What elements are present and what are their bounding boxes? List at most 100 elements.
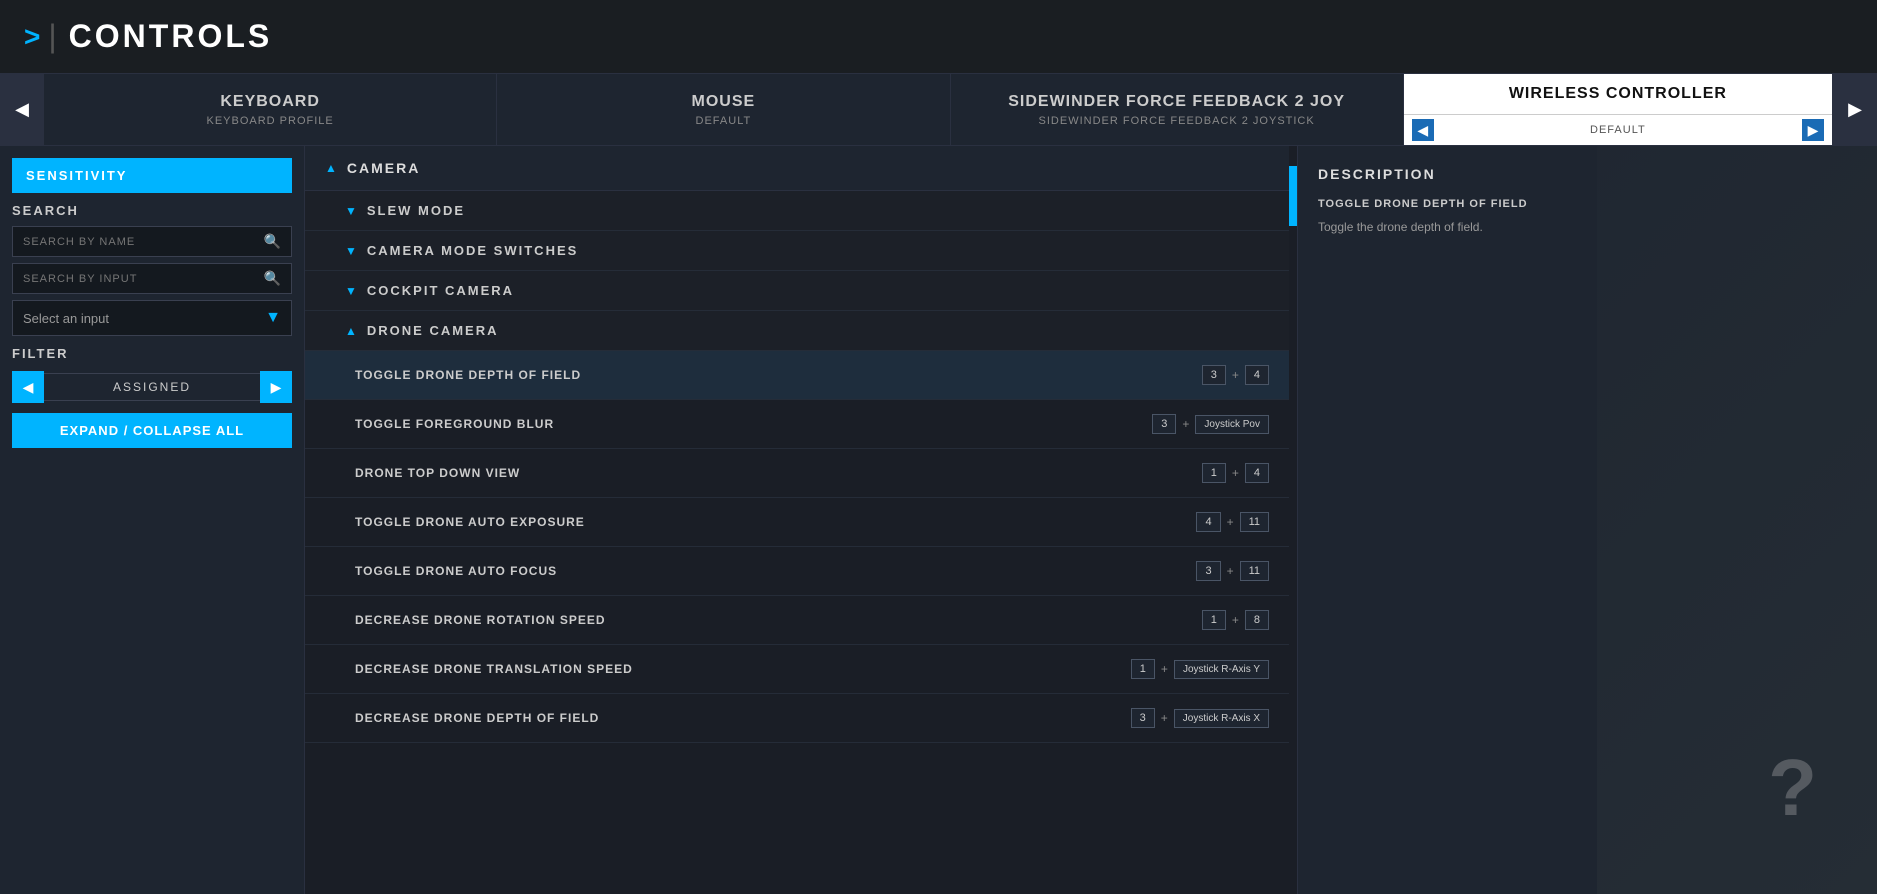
control-drone-auto-exposure[interactable]: TOGGLE DRONE AUTO EXPOSURE 4 + 11 (305, 498, 1289, 547)
cockpit-camera-chevron: ▼ (345, 284, 357, 298)
key-plus-7: + (1161, 662, 1168, 676)
tab-mouse[interactable]: MOUSE DEFAULT (497, 74, 950, 145)
tab-wireless-bottom: ◀ DEFAULT ▶ (1404, 114, 1832, 145)
key-4b: 4 (1245, 463, 1269, 483)
drone-camera-label: DRONE CAMERA (367, 323, 499, 338)
filter-next-button[interactable]: ▶ (260, 371, 292, 403)
subcategory-camera-mode-switches[interactable]: ▼ CAMERA MODE SWITCHES (305, 231, 1289, 271)
control-drone-dof-label: DECREASE DRONE DEPTH OF FIELD (355, 711, 1131, 725)
question-mark-decoration: ? (1768, 742, 1817, 834)
tab-sidewinder-label: SIDEWINDER FORCE FEEDBACK 2 JOY (1008, 93, 1345, 111)
tab-wireless-prev[interactable]: ◀ (1412, 119, 1434, 141)
tab-next-arrow[interactable]: ▶ (1833, 74, 1877, 145)
control-drone-auto-exposure-label: TOGGLE DRONE AUTO EXPOSURE (355, 515, 1196, 529)
control-drone-dof-binding: 3 + Joystick R-Axis X (1131, 708, 1269, 728)
tab-keyboard-sub: KEYBOARD PROFILE (206, 115, 333, 127)
key-plus-5: + (1227, 564, 1234, 578)
search-by-name-wrap: 🔍 (12, 226, 292, 257)
sidebar: SENSITIVITY SEARCH 🔍 🔍 Select an input ▼… (0, 146, 305, 894)
subcategory-cockpit-camera[interactable]: ▼ COCKPIT CAMERA (305, 271, 1289, 311)
tab-mouse-label: MOUSE (692, 93, 756, 111)
tab-bar: ◀ KEYBOARD KEYBOARD PROFILE MOUSE DEFAUL… (0, 74, 1877, 146)
control-toggle-drone-depth[interactable]: TOGGLE DRONE DEPTH OF FIELD 3 + 4 (305, 351, 1289, 400)
filter-label: FILTER (12, 346, 292, 361)
tab-wireless-controller[interactable]: WIRELESS CONTROLLER ◀ DEFAULT ▶ (1404, 74, 1833, 145)
subcategory-drone-camera[interactable]: ▲ DRONE CAMERA (305, 311, 1289, 351)
slew-mode-label: SLEW MODE (367, 203, 465, 218)
key-joystick-pov: Joystick Pov (1195, 415, 1269, 434)
tab-wireless-next[interactable]: ▶ (1802, 119, 1824, 141)
scrollbar-track[interactable] (1289, 146, 1297, 894)
search-by-input-input[interactable] (23, 273, 258, 285)
description-item-text: Toggle the drone depth of field. (1318, 218, 1577, 236)
category-camera[interactable]: ▲ CAMERA (305, 146, 1289, 191)
control-drone-translation-label: DECREASE DRONE TRANSLATION SPEED (355, 662, 1131, 676)
controls-list: ▲ CAMERA ▼ SLEW MODE ▼ CAMERA MODE SWITC… (305, 146, 1289, 894)
key-1c: 1 (1131, 659, 1155, 679)
description-title: DESCRIPTION (1318, 166, 1577, 182)
description-panel: DESCRIPTION TOGGLE DRONE DEPTH OF FIELD … (1297, 146, 1597, 894)
control-drone-auto-focus-label: TOGGLE DRONE AUTO FOCUS (355, 564, 1196, 578)
category-camera-chevron: ▲ (325, 161, 337, 175)
key-plus-4: + (1227, 515, 1234, 529)
description-item-title: TOGGLE DRONE DEPTH OF FIELD (1318, 198, 1577, 210)
control-drone-translation-binding: 1 + Joystick R-Axis Y (1131, 659, 1269, 679)
slew-mode-chevron: ▼ (345, 204, 357, 218)
key-plus-1: + (1232, 368, 1239, 382)
key-3c: 3 (1196, 561, 1220, 581)
key-joystick-r-axis-x: Joystick R-Axis X (1174, 709, 1269, 728)
control-toggle-foreground-blur[interactable]: TOGGLE FOREGROUND BLUR 3 + Joystick Pov (305, 400, 1289, 449)
search-by-name-input[interactable] (23, 236, 258, 248)
arrow-icon: > (24, 21, 40, 53)
tab-sidewinder[interactable]: SIDEWINDER FORCE FEEDBACK 2 JOY SIDEWIND… (951, 74, 1404, 145)
key-plus-2: + (1182, 417, 1189, 431)
content-area: ▲ CAMERA ▼ SLEW MODE ▼ CAMERA MODE SWITC… (305, 146, 1877, 894)
filter-value: ASSIGNED (44, 373, 260, 401)
tab-sidewinder-sub: SIDEWINDER FORCE FEEDBACK 2 JOYSTICK (1039, 115, 1315, 127)
key-plus-6: + (1232, 613, 1239, 627)
key-4: 4 (1245, 365, 1269, 385)
camera-mode-label: CAMERA MODE SWITCHES (367, 243, 578, 258)
select-input-dropdown[interactable]: Select an input ▼ (12, 300, 292, 336)
search-section: SEARCH 🔍 🔍 Select an input ▼ (12, 203, 292, 336)
key-1b: 1 (1202, 610, 1226, 630)
scrollbar-thumb[interactable] (1289, 166, 1297, 226)
tab-wireless-sub: DEFAULT (1434, 124, 1802, 136)
select-chevron-icon: ▼ (265, 309, 281, 327)
key-4c: 4 (1196, 512, 1220, 532)
control-drone-top-down-binding: 1 + 4 (1202, 463, 1269, 483)
control-drone-translation-speed[interactable]: DECREASE DRONE TRANSLATION SPEED 1 + Joy… (305, 645, 1289, 694)
search-input-icon: 🔍 (264, 270, 281, 287)
right-decoration: ? (1597, 146, 1877, 894)
control-drone-rotation-binding: 1 + 8 (1202, 610, 1269, 630)
control-foreground-blur-binding: 3 + Joystick Pov (1152, 414, 1269, 434)
control-drone-top-down-label: DRONE TOP DOWN VIEW (355, 466, 1202, 480)
sensitivity-button[interactable]: SENSITIVITY (12, 158, 292, 193)
tab-prev-arrow[interactable]: ◀ (0, 74, 44, 145)
control-drone-top-down[interactable]: DRONE TOP DOWN VIEW 1 + 4 (305, 449, 1289, 498)
key-11a: 11 (1240, 512, 1269, 532)
filter-prev-button[interactable]: ◀ (12, 371, 44, 403)
control-toggle-drone-depth-binding: 3 + 4 (1202, 365, 1269, 385)
search-by-input-wrap: 🔍 (12, 263, 292, 294)
control-drone-rotation-speed[interactable]: DECREASE DRONE ROTATION SPEED 1 + 8 (305, 596, 1289, 645)
expand-collapse-button[interactable]: EXPAND / COLLAPSE ALL (12, 413, 292, 448)
key-plus-3: + (1232, 466, 1239, 480)
filter-section: FILTER ◀ ASSIGNED ▶ (12, 346, 292, 403)
control-drone-auto-focus[interactable]: TOGGLE DRONE AUTO FOCUS 3 + 11 (305, 547, 1289, 596)
header-separator: | (48, 18, 56, 55)
key-plus-8: + (1161, 711, 1168, 725)
tab-keyboard[interactable]: KEYBOARD KEYBOARD PROFILE (44, 74, 497, 145)
control-toggle-drone-depth-label: TOGGLE DRONE DEPTH OF FIELD (355, 368, 1202, 382)
filter-nav: ◀ ASSIGNED ▶ (12, 371, 292, 403)
tab-wireless-label: WIRELESS CONTROLLER (1509, 85, 1727, 103)
key-3d: 3 (1131, 708, 1155, 728)
subcategory-slew-mode[interactable]: ▼ SLEW MODE (305, 191, 1289, 231)
cockpit-camera-label: COCKPIT CAMERA (367, 283, 514, 298)
key-3: 3 (1202, 365, 1226, 385)
category-camera-label: CAMERA (347, 160, 420, 176)
control-drone-depth-of-field[interactable]: DECREASE DRONE DEPTH OF FIELD 3 + Joysti… (305, 694, 1289, 743)
key-1a: 1 (1202, 463, 1226, 483)
drone-camera-chevron: ▲ (345, 324, 357, 338)
tab-wireless-top: WIRELESS CONTROLLER (1404, 74, 1832, 114)
